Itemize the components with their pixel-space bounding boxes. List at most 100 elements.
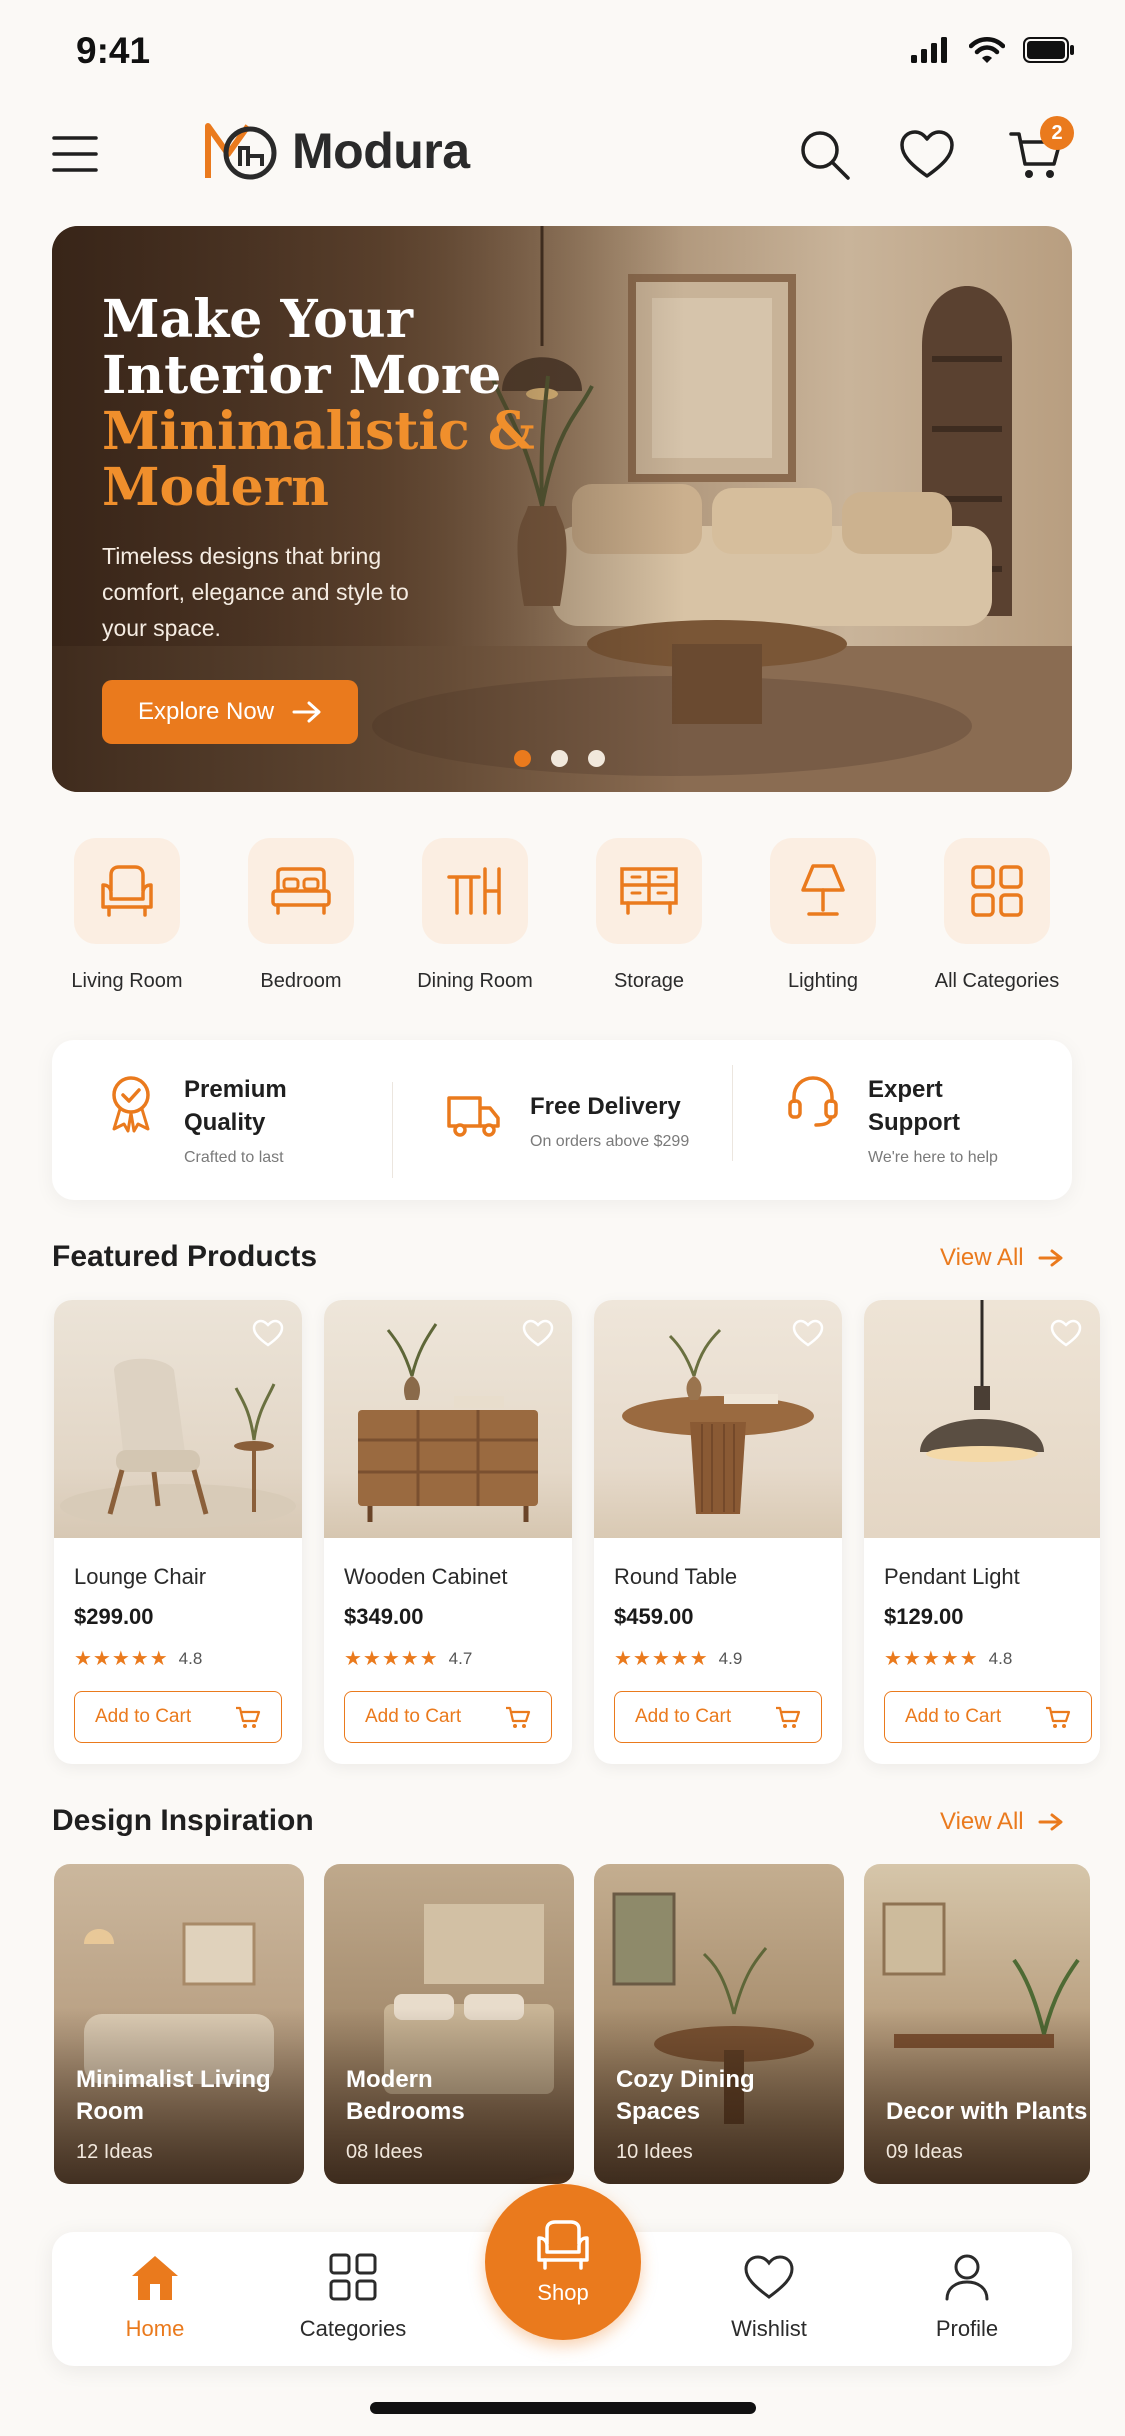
inspiration-view-all-link[interactable]: View All: [940, 1808, 1064, 1836]
feature-subtitle: We're here to help: [868, 1149, 998, 1166]
heart-icon: [792, 1319, 824, 1347]
favorite-button[interactable]: [522, 1318, 554, 1348]
cart-icon: [776, 1706, 801, 1728]
grid-icon: [329, 2253, 377, 2301]
add-to-cart-label: Add to Cart: [905, 1706, 1002, 1727]
inspiration-shade: [324, 1864, 574, 2184]
rating-value: 4.7: [448, 1648, 473, 1668]
hero-title-line-2: Interior More: [102, 345, 502, 406]
product-name: Wooden Cabinet: [344, 1564, 508, 1589]
rating-value: 4.8: [178, 1648, 203, 1668]
product-card[interactable]: Wooden Cabinet $349.00 ★★★★★ 4.7 Add to …: [324, 1300, 572, 1764]
feature-title: Free Delivery: [530, 1092, 681, 1120]
category-icon-box: [248, 838, 354, 944]
headset-icon: [788, 1076, 838, 1127]
home-indicator[interactable]: [370, 2402, 756, 2414]
featured-view-all-link[interactable]: View All: [940, 1244, 1064, 1272]
menu-button[interactable]: [52, 134, 98, 174]
product-name: Round Table: [614, 1564, 738, 1589]
product-card[interactable]: Pendant Light $129.00 ★★★★★ 4.8 Add to C…: [864, 1300, 1100, 1764]
add-to-cart-button[interactable]: Add to Cart: [74, 1691, 282, 1743]
category-dining-room[interactable]: Dining Room: [400, 838, 550, 993]
nav-categories-label: Categories: [299, 2316, 407, 2341]
feature-title: Expert Support: [868, 1076, 960, 1136]
add-to-cart-button[interactable]: Add to Cart: [344, 1691, 552, 1743]
rating-value: 4.9: [718, 1648, 743, 1668]
cart-count-badge: 2: [1040, 116, 1074, 150]
favorite-button[interactable]: [792, 1318, 824, 1348]
cart-button[interactable]: 2: [1008, 116, 1074, 184]
inspiration-title: Decor with Plants: [886, 2098, 1088, 2125]
product-rating: ★★★★★ 4.8: [884, 1646, 1100, 1671]
favorite-button[interactable]: [1050, 1318, 1082, 1348]
carousel-dot-3[interactable]: [588, 750, 605, 767]
favorite-button[interactable]: [252, 1318, 284, 1348]
category-label: Bedroom: [260, 970, 342, 992]
carousel-dot-1[interactable]: [514, 750, 531, 767]
category-lighting[interactable]: Lighting: [748, 838, 898, 993]
nav-wishlist-label: Wishlist: [731, 2316, 807, 2341]
product-card[interactable]: Round Table $459.00 ★★★★★ 4.9 Add to Car…: [594, 1300, 842, 1764]
brand-logo[interactable]: Modura: [204, 120, 470, 182]
product-price: $349.00: [344, 1604, 424, 1629]
inspiration-title: Cozy Dining Spaces: [616, 2066, 755, 2125]
category-list: Living Room Bedroom Dining Room Storage …: [52, 838, 1072, 993]
product-image: [54, 1300, 302, 1538]
add-to-cart-label: Add to Cart: [635, 1706, 732, 1727]
inspiration-count: 09 Ideas: [886, 2141, 963, 2163]
inspiration-card[interactable]: Modern Bedrooms 08 Idees: [324, 1864, 574, 2184]
dining-icon: [447, 867, 501, 915]
category-living-room[interactable]: Living Room: [52, 838, 202, 993]
nav-categories[interactable]: Categories: [278, 2252, 428, 2342]
hero-title-line-1: Make Your: [102, 289, 413, 350]
explore-now-button[interactable]: Explore Now: [102, 680, 358, 744]
search-button[interactable]: [796, 126, 854, 184]
inspiration-count: 12 Ideas: [76, 2141, 153, 2163]
nav-wishlist[interactable]: Wishlist: [694, 2252, 844, 2342]
battery-icon: [1023, 37, 1074, 63]
nav-profile[interactable]: Profile: [892, 2252, 1042, 2342]
inspiration-card[interactable]: Minimalist Living Room 12 Ideas: [54, 1864, 304, 2184]
inspiration-count: 08 Idees: [346, 2141, 423, 2163]
inspiration-shade: [54, 1864, 304, 2184]
product-rating: ★★★★★ 4.9: [614, 1646, 842, 1671]
product-price: $459.00: [614, 1604, 694, 1629]
add-to-cart-button[interactable]: Add to Cart: [884, 1691, 1092, 1743]
storage-icon: [620, 867, 678, 915]
category-all[interactable]: All Categories: [922, 838, 1072, 993]
nav-shop-button[interactable]: Shop: [485, 2184, 641, 2340]
feature-premium-quality: Premium Quality Crafted to last: [52, 1073, 392, 1167]
hamburger-icon: [52, 136, 98, 172]
featured-products-title: Featured Products: [52, 1240, 318, 1273]
category-bedroom[interactable]: Bedroom: [226, 838, 376, 993]
star-rating-icon: ★★★★★: [74, 1648, 169, 1670]
wishlist-button[interactable]: [898, 126, 956, 184]
arrow-right-icon: [1038, 1813, 1063, 1831]
feature-expert-support: Expert Support We're here to help: [732, 1065, 1072, 1167]
feature-title: Premium Quality: [184, 1076, 287, 1136]
category-icon-box: [944, 838, 1050, 944]
view-all-label: View All: [940, 1244, 1024, 1271]
carousel-dot-2[interactable]: [551, 750, 568, 767]
add-to-cart-button[interactable]: Add to Cart: [614, 1691, 822, 1743]
lamp-icon: [801, 864, 845, 916]
category-icon-box: [422, 838, 528, 944]
feature-subtitle: Crafted to last: [184, 1149, 284, 1166]
product-card[interactable]: Lounge Chair $299.00 ★★★★★ 4.8 Add to Ca…: [54, 1300, 302, 1764]
hero-banner[interactable]: Make Your Interior More Minimalistic & M…: [52, 226, 1072, 792]
add-to-cart-label: Add to Cart: [95, 1706, 192, 1727]
inspiration-count: 10 Idees: [616, 2141, 693, 2163]
hero-title-line-4: Modern: [102, 457, 329, 518]
inspiration-title: Modern Bedrooms: [346, 2066, 465, 2125]
award-icon: [112, 1076, 150, 1133]
rating-value: 4.8: [988, 1648, 1013, 1668]
carousel-dots: [514, 750, 605, 767]
inspiration-card[interactable]: Cozy Dining Spaces 10 Idees: [594, 1864, 844, 2184]
add-to-cart-label: Add to Cart: [365, 1706, 462, 1727]
grid-icon: [971, 865, 1023, 917]
category-storage[interactable]: Storage: [574, 838, 724, 993]
star-rating-icon: ★★★★★: [884, 1648, 979, 1670]
inspiration-card[interactable]: Decor with Plants 09 Ideas: [864, 1864, 1090, 2184]
nav-shop-label: Shop: [537, 2280, 589, 2305]
nav-home[interactable]: Home: [80, 2252, 230, 2342]
